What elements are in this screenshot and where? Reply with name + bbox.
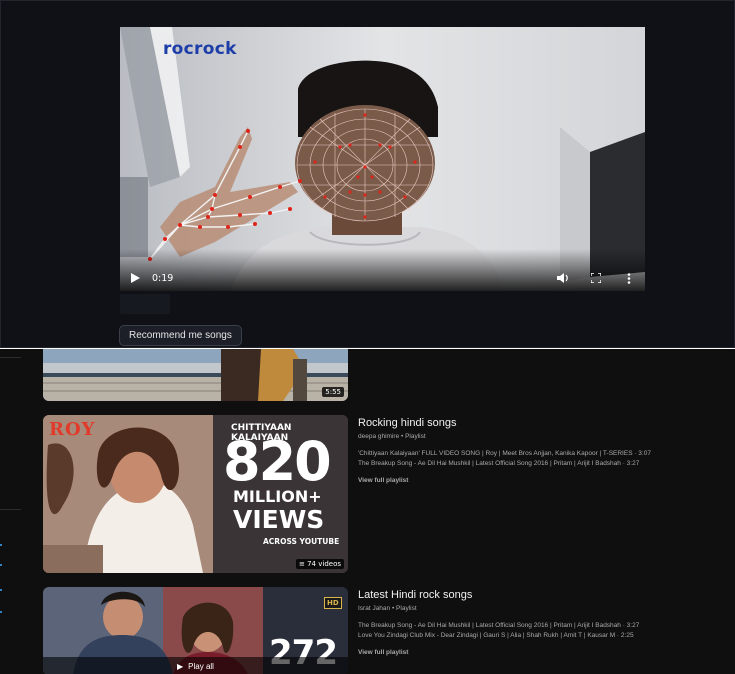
video-current-time: 0:19 bbox=[152, 272, 174, 284]
fullscreen-icon[interactable] bbox=[588, 270, 604, 286]
youtube-results: 5:55 ROY CHITTIYAAN KALAIYAAN 820 MILLIO… bbox=[0, 349, 735, 674]
thumbnail-image bbox=[43, 349, 348, 401]
playlist-info-1: Rocking hindi songs deepa ghimire • Play… bbox=[358, 417, 651, 484]
sidebar-item-dot[interactable] bbox=[0, 544, 2, 546]
video-duration-badge: 5:55 bbox=[322, 387, 344, 397]
sidebar-item-dot[interactable] bbox=[0, 589, 2, 591]
video-controls: 0:19 bbox=[120, 265, 645, 291]
playlist-song-item[interactable]: The Breakup Song - Ae Dil Hai Mushkil | … bbox=[358, 460, 651, 467]
play-all-label: Play all bbox=[188, 661, 214, 671]
playlist-title[interactable]: Rocking hindi songs bbox=[358, 417, 651, 429]
watermark-logo: rocrock bbox=[163, 39, 237, 59]
thumb-hd-badge: HD bbox=[324, 597, 342, 609]
thumb-big-number: 820 bbox=[223, 430, 332, 493]
webcam-frame bbox=[120, 27, 645, 291]
play-icon[interactable] bbox=[128, 271, 142, 285]
playlist-song-item[interactable]: 'Chittiyaan Kalaiyaan' FULL VIDEO SONG |… bbox=[358, 450, 651, 457]
play-all-overlay[interactable]: ▶ Play all bbox=[43, 657, 348, 674]
video-count-badge: ≡ 74 videos bbox=[296, 559, 344, 569]
playlist-info-2: Latest Hindi rock songs Israt Jahan • Pl… bbox=[358, 589, 639, 656]
thumb-subtext: ACROSS YOUTUBE bbox=[263, 537, 340, 546]
video-thumbnail-previous[interactable]: 5:55 bbox=[43, 349, 348, 401]
queue-icon: ≡ bbox=[299, 560, 308, 568]
playlist-thumbnail-2[interactable]: HD 272 ▶ Play all bbox=[43, 587, 348, 674]
playlist-title[interactable]: Latest Hindi rock songs bbox=[358, 589, 639, 601]
sidebar-divider bbox=[0, 357, 21, 358]
thumb-movie-title: ROY bbox=[49, 419, 96, 440]
sidebar-divider bbox=[0, 509, 21, 510]
thumb-million-text: MILLION+ bbox=[233, 487, 322, 506]
more-vert-icon[interactable] bbox=[621, 270, 637, 286]
playlist-thumbnail-1[interactable]: ROY CHITTIYAAN KALAIYAAN 820 MILLION+ VI… bbox=[43, 415, 348, 573]
webcam-video-player[interactable]: rocrock 0:19 bbox=[120, 27, 645, 291]
playlist-meta[interactable]: deepa ghimire • Playlist bbox=[358, 433, 651, 440]
playlist-song-item[interactable]: The Breakup Song - Ae Dil Hai Mushkil | … bbox=[358, 622, 639, 629]
thumb-views-text: VIEWS bbox=[233, 505, 325, 534]
sidebar-item-dot[interactable] bbox=[0, 564, 2, 566]
stop-button[interactable] bbox=[120, 294, 170, 314]
playlist-meta[interactable]: Israt Jahan • Playlist bbox=[358, 605, 639, 612]
sidebar-item-dot[interactable] bbox=[0, 611, 2, 613]
recommend-songs-button[interactable]: Recommend me songs bbox=[119, 325, 242, 346]
view-full-playlist-link[interactable]: View full playlist bbox=[358, 649, 639, 656]
volume-icon[interactable] bbox=[555, 270, 571, 286]
play-all-icon: ▶ bbox=[177, 661, 184, 671]
playlist-song-item[interactable]: Love You Zindagi Club Mix - Dear Zindagi… bbox=[358, 632, 639, 639]
face-hand-tracking-app: rocrock 0:19 Recommend me songs bbox=[0, 0, 735, 348]
view-full-playlist-link[interactable]: View full playlist bbox=[358, 477, 651, 484]
